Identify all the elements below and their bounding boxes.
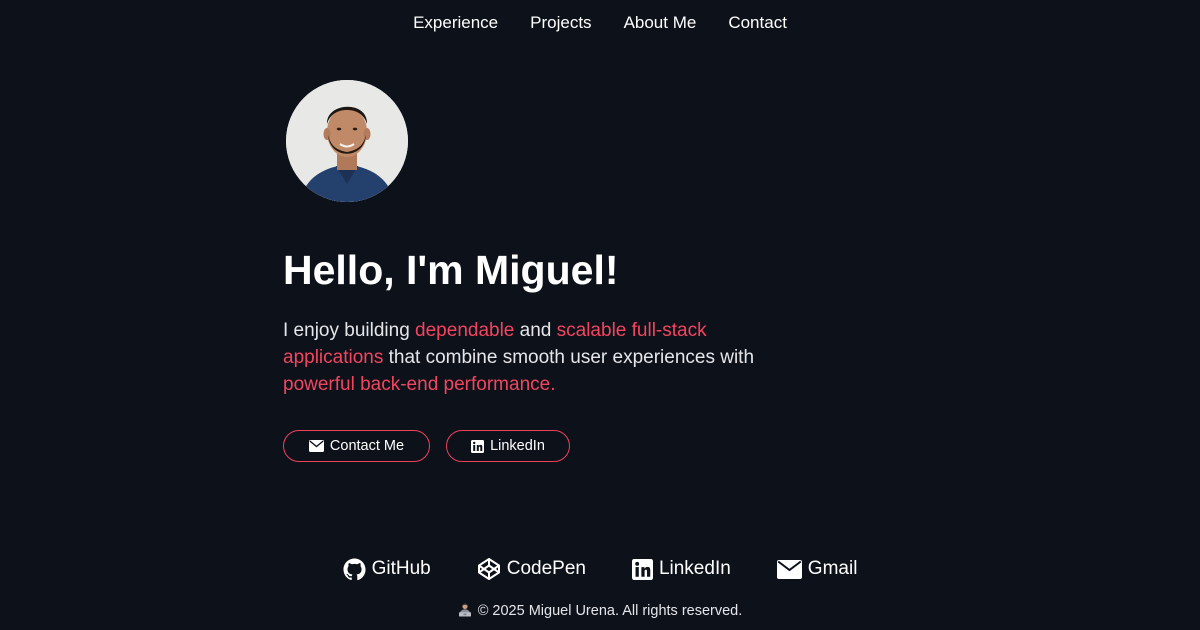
portfolio-page: Experience Projects About Me Contact Hel… [0, 0, 1200, 630]
nav-about-me[interactable]: About Me [608, 12, 713, 34]
footer-link-label: LinkedIn [658, 558, 731, 579]
footer-link-codepen[interactable]: CodePen [477, 556, 586, 582]
copyright: © 2025 Miguel Urena. All rights reserved… [0, 601, 1200, 621]
footer-link-linkedin[interactable]: LinkedIn [631, 556, 731, 582]
footer-link-label: GitHub [371, 558, 431, 579]
footer-link-gmail[interactable]: Gmail [776, 556, 858, 582]
linkedin-label: LinkedIn [490, 438, 545, 454]
linkedin-icon [471, 439, 485, 453]
avatar [286, 80, 408, 202]
hero-intro: I enjoy building dependable and scalable… [283, 317, 783, 398]
intro-highlight-dependable: dependable [415, 320, 515, 341]
nav-experience[interactable]: Experience [397, 12, 514, 34]
nav-contact[interactable]: Contact [712, 12, 803, 34]
social-links: GitHub CodePen LinkedIn Gmail [0, 556, 1200, 582]
mail-icon [308, 440, 324, 452]
intro-text-2: and [514, 320, 557, 341]
intro-highlight-performance: powerful back-end performance. [283, 374, 556, 395]
footer-link-label: Gmail [807, 558, 858, 579]
profile-photo [286, 80, 408, 202]
developer-icon [458, 603, 471, 617]
codepen-icon [477, 558, 500, 580]
linkedin-icon [631, 558, 653, 580]
copyright-text: © 2025 Miguel Urena. All rights reserved… [477, 603, 743, 619]
hero-title: Hello, I'm Miguel! [283, 247, 619, 293]
contact-me-label: Contact Me [329, 438, 405, 454]
intro-text-3: that combine smooth user experiences wit… [383, 347, 755, 368]
linkedin-button[interactable]: LinkedIn [446, 430, 570, 462]
footer-link-label: CodePen [506, 558, 586, 579]
footer-link-github[interactable]: GitHub [343, 556, 431, 582]
github-icon [343, 557, 366, 580]
intro-text-1: I enjoy building [283, 320, 416, 341]
mail-icon [776, 559, 802, 579]
top-nav: Experience Projects About Me Contact [0, 12, 1200, 34]
nav-projects[interactable]: Projects [514, 12, 607, 34]
contact-me-button[interactable]: Contact Me [283, 430, 430, 462]
